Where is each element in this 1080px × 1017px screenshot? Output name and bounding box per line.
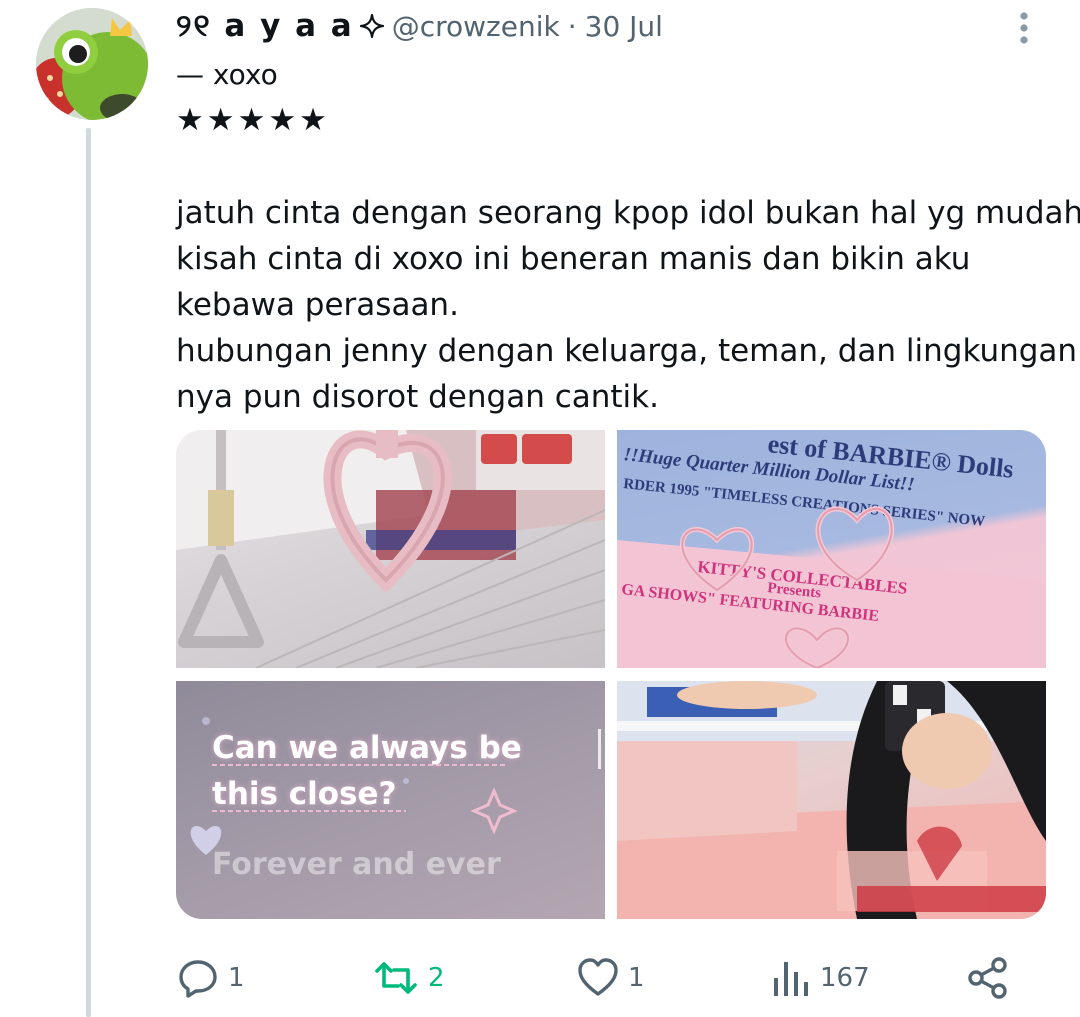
tweet-text-line: kebawa perasaan. [176,287,459,323]
user-handle[interactable]: @crowzenik [392,10,560,43]
sparkle-icon [359,13,384,39]
share-button[interactable] [966,952,1010,1004]
thread-line [86,128,91,1017]
display-name[interactable]: ୨୧ a y a a [176,8,354,45]
media-grid: est of BARBIE® Dolls !!Huge Quarter Mill… [176,430,1046,919]
like-button[interactable]: 1 [576,952,645,1004]
tweet-header: ୨୧ a y a a @crowzenik · 30 Jul [176,6,663,46]
like-count: 1 [628,963,645,993]
media-image-selfie[interactable] [617,681,1046,919]
quote-text: Can we always be this close? [212,725,522,817]
separator: · [567,9,577,43]
reply-icon [179,960,217,998]
quote-line: this close? [212,776,397,812]
views-count: 167 [820,963,870,993]
quote-line: Can we always be [212,730,522,766]
tweet-date[interactable]: 30 Jul [585,10,663,43]
repost-count: 2 [428,963,445,993]
heart-icon [578,958,618,996]
avatar[interactable] [36,8,148,120]
media-image-train-handles[interactable] [176,430,605,668]
reply-count: 1 [228,963,245,993]
quote-subtext: Forever and ever [212,847,501,882]
tile2-order-text: RDER 1995 "TIMELESS CREATIONS SERIES" NO… [623,476,986,530]
share-icon [968,957,1007,999]
repost-icon [375,962,417,994]
repost-button[interactable]: 2 [372,952,445,1004]
tweet-text-line: jatuh cinta dengan seorang kpop idol buk… [176,195,1080,231]
rating-stars: ★★★★★ [176,102,330,138]
tweet-text: jatuh cinta dengan seorang kpop idol buk… [176,190,1080,420]
views-button[interactable]: 167 [772,952,870,1004]
tweet-text-line: nya pun disorot dengan cantik. [176,379,659,415]
more-vertical-icon[interactable] [1010,8,1038,48]
media-image-quote[interactable]: Can we always be this close? Forever and… [176,681,605,919]
views-chart-icon [774,962,808,996]
action-bar: 1 2 1 167 [176,952,1036,1004]
tweet-text-line: kisah cinta di xoxo ini beneran manis da… [176,241,971,277]
media-image-barbie-clips[interactable]: est of BARBIE® Dolls !!Huge Quarter Mill… [617,430,1046,668]
tweet-text-line: hubungan jenny dengan keluarga, teman, d… [176,333,1078,369]
tweet-title-line: — xoxo [176,58,278,91]
reply-button[interactable]: 1 [176,952,245,1004]
